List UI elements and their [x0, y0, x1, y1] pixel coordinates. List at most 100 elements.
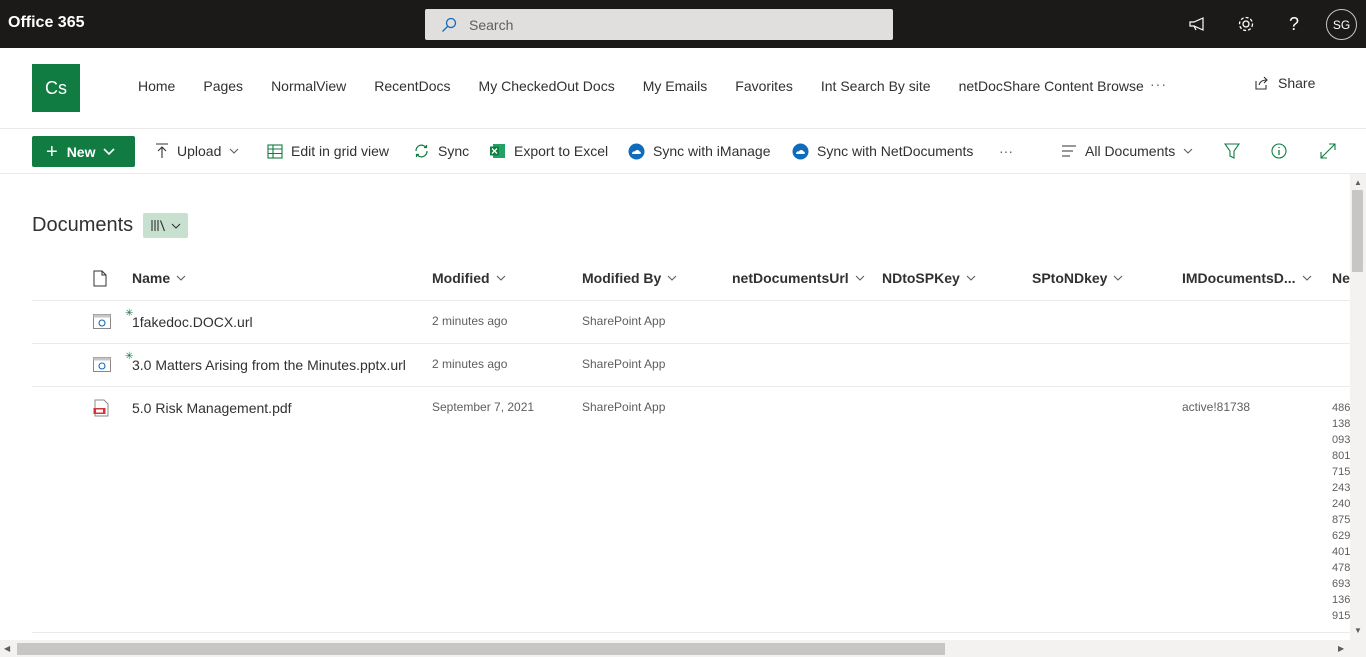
nav-item-emails[interactable]: My Emails: [629, 76, 722, 96]
sync-imanage-button[interactable]: Sync with iManage: [628, 141, 771, 161]
nav-item-favorites[interactable]: Favorites: [721, 76, 807, 96]
id-fragment: 915: [1332, 610, 1350, 622]
modified-by-cell[interactable]: SharePoint App: [582, 357, 665, 371]
scroll-left-arrow-icon[interactable]: ◀: [4, 644, 10, 653]
chevron-down-icon: [1302, 275, 1311, 281]
nav-item-normalview[interactable]: NormalView: [257, 76, 360, 96]
column-header-label: Modified By: [582, 270, 662, 286]
pdf-file-icon: [93, 399, 109, 417]
edit-grid-button[interactable]: Edit in grid view: [267, 141, 389, 161]
id-fragment: 240: [1332, 498, 1350, 510]
chevron-down-icon: [667, 275, 677, 281]
column-header-label: IMDocumentsD...: [1182, 270, 1296, 286]
sync-netdocuments-label: Sync with NetDocuments: [817, 143, 974, 159]
column-header-sptondkey[interactable]: SPtoNDkey: [1032, 270, 1123, 286]
imdocuments-cell: active!81738: [1182, 400, 1251, 414]
list-icon: [1061, 145, 1077, 157]
id-fragment: 875: [1332, 514, 1350, 526]
chevron-down-icon: [229, 148, 239, 154]
file-name-link[interactable]: 1fakedoc.DOCX.url: [132, 314, 253, 330]
upload-button[interactable]: Upload: [155, 141, 239, 161]
share-button[interactable]: Share: [1255, 75, 1315, 91]
nav-more-button[interactable]: ···: [1150, 76, 1167, 92]
divider: [32, 300, 1350, 301]
cloud-sync-icon: [792, 143, 809, 160]
excel-icon: [489, 143, 506, 159]
column-header-next[interactable]: Ne: [1332, 270, 1350, 286]
modified-by-cell[interactable]: SharePoint App: [582, 314, 665, 328]
divider: [32, 343, 1350, 344]
modified-cell: 2 minutes ago: [432, 314, 508, 328]
export-excel-label: Export to Excel: [514, 143, 609, 159]
filter-icon[interactable]: [1224, 141, 1240, 161]
column-header-label: Ne: [1332, 270, 1350, 286]
chevron-down-icon: [966, 275, 976, 281]
link-file-icon: [93, 357, 111, 372]
nav-item-checkedout[interactable]: My CheckedOut Docs: [465, 76, 629, 96]
sync-button[interactable]: Sync: [413, 141, 469, 161]
divider: [0, 173, 1366, 174]
nav-item-recentdocs[interactable]: RecentDocs: [360, 76, 464, 96]
suite-bar: Office 365 Search ? SG: [0, 0, 1366, 48]
sync-netdocuments-button[interactable]: Sync with NetDocuments: [792, 141, 973, 161]
chevron-down-icon: [1114, 275, 1123, 281]
chevron-down-icon: [855, 275, 865, 281]
column-header-label: netDocumentsUrl: [732, 270, 849, 286]
export-excel-button[interactable]: Export to Excel: [489, 141, 608, 161]
link-file-icon: [93, 314, 111, 329]
id-fragment: 138: [1332, 418, 1350, 430]
avatar[interactable]: SG: [1326, 9, 1357, 40]
more-commands-button[interactable]: ···: [999, 141, 1013, 161]
scroll-right-arrow-icon[interactable]: ▶: [1338, 644, 1344, 653]
expand-icon[interactable]: [1320, 141, 1336, 161]
plus-icon: +: [46, 140, 58, 163]
megaphone-icon[interactable]: [1186, 12, 1210, 36]
upload-label: Upload: [177, 143, 222, 159]
scroll-down-arrow-icon[interactable]: ▼: [1354, 626, 1362, 635]
id-fragment: 715: [1332, 466, 1350, 478]
modified-cell: September 7, 2021: [432, 400, 535, 414]
info-icon[interactable]: [1271, 141, 1287, 161]
scroll-up-arrow-icon[interactable]: ▲: [1354, 178, 1362, 187]
new-button[interactable]: + New: [32, 136, 135, 167]
site-nav: Home Pages NormalView RecentDocs My Chec…: [124, 76, 1158, 96]
id-fragment: 693: [1332, 578, 1350, 590]
divider: [32, 386, 1350, 387]
search-box[interactable]: Search: [425, 9, 893, 40]
nav-item-netdocshare[interactable]: netDocShare Content Browse: [945, 76, 1158, 96]
column-header-label: SPtoNDkey: [1032, 270, 1108, 286]
library-view-button[interactable]: [143, 213, 188, 238]
file-type-header-icon[interactable]: [93, 270, 107, 287]
vertical-scrollbar-thumb[interactable]: [1352, 190, 1363, 272]
column-header-label: Name: [132, 270, 171, 286]
column-header-netdocumentsurl[interactable]: netDocumentsUrl: [732, 270, 865, 286]
horizontal-scrollbar-thumb[interactable]: [17, 643, 945, 655]
site-logo[interactable]: Cs: [32, 64, 80, 112]
edit-grid-label: Edit in grid view: [291, 143, 390, 159]
id-fragment: 629: [1332, 530, 1350, 542]
column-header-name[interactable]: Name: [132, 270, 186, 286]
file-name-link[interactable]: 3.0 Matters Arising from the Minutes.ppt…: [132, 357, 406, 373]
gear-icon[interactable]: [1234, 12, 1258, 36]
help-icon[interactable]: ?: [1282, 12, 1306, 36]
file-name-link[interactable]: 5.0 Risk Management.pdf: [132, 400, 292, 416]
new-label: New: [66, 143, 96, 160]
id-fragment: 478: [1332, 562, 1350, 574]
library-title: Documents: [32, 214, 134, 236]
id-fragment: 401: [1332, 546, 1350, 558]
sync-imanage-label: Sync with iManage: [653, 143, 771, 159]
view-switcher[interactable]: All Documents: [1061, 141, 1193, 161]
nav-item-int-search[interactable]: Int Search By site: [807, 76, 945, 96]
column-header-modified[interactable]: Modified: [432, 270, 506, 286]
nav-item-pages[interactable]: Pages: [189, 76, 257, 96]
divider: [0, 128, 1366, 129]
app-title[interactable]: Office 365: [8, 14, 84, 32]
column-header-ndtospkey[interactable]: NDtoSPKey: [882, 270, 976, 286]
search-placeholder: Search: [469, 17, 514, 33]
column-header-modified-by[interactable]: Modified By: [582, 270, 677, 286]
modified-by-cell[interactable]: SharePoint App: [582, 400, 665, 414]
truncated-id-list: 486 138 093 801 715 243 240 875 629 401 …: [1332, 400, 1350, 624]
nav-item-home[interactable]: Home: [124, 76, 189, 96]
divider: [32, 632, 1350, 633]
column-header-imdocuments[interactable]: IMDocumentsD...: [1182, 270, 1312, 286]
